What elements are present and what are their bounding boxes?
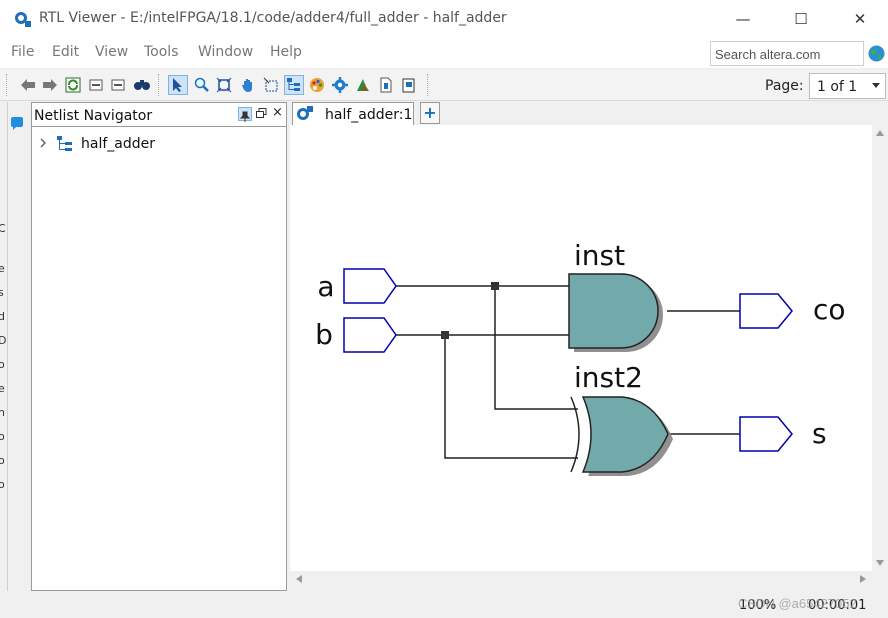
menu-help[interactable]: Help	[270, 44, 302, 60]
input-port-a[interactable]	[343, 268, 397, 304]
toolbar-grip[interactable]	[6, 74, 10, 96]
output-label-s: s	[812, 417, 827, 450]
menu-tools[interactable]: Tools	[144, 44, 179, 60]
maximize-button[interactable]: ☐	[790, 8, 812, 30]
go-down-icon[interactable]	[108, 75, 128, 95]
rtl-viewer-app-icon	[15, 12, 31, 27]
toolbar	[0, 70, 888, 101]
left-dock-strip: C e s d D o e n o o o	[0, 102, 8, 602]
hierarchy-tree-icon	[57, 136, 72, 151]
export-icon[interactable]	[376, 75, 396, 95]
input-label-a: a	[317, 270, 334, 303]
float-window-icon[interactable]	[255, 108, 268, 121]
left-strip-char: o	[0, 430, 5, 443]
page-setup-icon[interactable]	[399, 75, 419, 95]
menu-window[interactable]: Window	[198, 44, 253, 60]
left-strip-char: D	[0, 334, 6, 347]
left-strip-char: s	[0, 286, 4, 299]
chat-bubble-icon[interactable]	[9, 116, 25, 132]
menu-file[interactable]: File	[11, 44, 34, 60]
menu-edit[interactable]: Edit	[52, 44, 79, 60]
wires	[396, 285, 740, 459]
toolbar-grip-3[interactable]	[427, 74, 431, 96]
settings-gear-icon[interactable]	[330, 75, 350, 95]
add-tab-button[interactable]: +	[420, 102, 440, 124]
title-bar: RTL Viewer - E:/intelFPGA/18.1/code/adde…	[0, 0, 888, 38]
selection-box-icon[interactable]	[261, 75, 281, 95]
vertical-scrollbar[interactable]	[872, 125, 888, 571]
netlist-navigator-panel: Netlist Navigator × half_adder	[31, 102, 287, 591]
forward-icon[interactable]	[40, 75, 60, 95]
globe-icon[interactable]	[868, 45, 885, 62]
schematic-diagram: a b inst inst2 co s	[315, 239, 846, 476]
left-strip-char: o	[0, 358, 5, 371]
filter-icon[interactable]	[353, 75, 373, 95]
scroll-left-icon[interactable]	[296, 575, 302, 583]
tree-item-label: half_adder	[81, 136, 155, 152]
hand-pan-icon[interactable]	[238, 75, 258, 95]
horizontal-scrollbar[interactable]	[290, 571, 872, 587]
input-label-b: b	[315, 318, 333, 351]
chevron-down-icon	[872, 83, 880, 88]
left-strip-char: C	[0, 222, 6, 235]
junction-dot-b	[441, 331, 449, 339]
toolbar-grip-2[interactable]	[158, 74, 162, 96]
fit-window-icon[interactable]	[214, 75, 234, 95]
left-strip-char: o	[0, 478, 5, 491]
scroll-up-icon[interactable]	[876, 130, 884, 136]
watermark: CSDN @a65427052	[738, 596, 857, 611]
left-strip-char: e	[0, 382, 5, 395]
tree-item-half-adder[interactable]: half_adder	[38, 135, 278, 155]
menu-view[interactable]: View	[95, 44, 128, 60]
hierarchy-icon[interactable]	[284, 75, 304, 95]
select-pointer-icon[interactable]	[168, 75, 188, 95]
output-port-co[interactable]	[739, 293, 793, 329]
output-label-co: co	[813, 293, 846, 326]
chevron-right-icon[interactable]	[38, 137, 48, 149]
left-strip-char: d	[0, 310, 5, 323]
window-title: RTL Viewer - E:/intelFPGA/18.1/code/adde…	[39, 10, 507, 26]
left-strip-char: e	[0, 262, 5, 275]
junction-dot-a	[491, 282, 499, 290]
page-select-value: 1 of 1	[817, 79, 858, 95]
page-select[interactable]: 1 of 1	[809, 73, 886, 99]
page-label: Page:	[765, 78, 804, 94]
refresh-icon[interactable]	[63, 75, 83, 95]
output-port-s[interactable]	[739, 416, 793, 452]
scroll-down-icon[interactable]	[876, 560, 884, 566]
status-bar: 100% 00:00:01 CSDN @a65427052	[0, 591, 888, 618]
go-up-icon[interactable]	[86, 75, 106, 95]
wire-a-to-xor	[494, 286, 578, 410]
tab-label: half_adder:1	[325, 107, 413, 123]
pin-icon[interactable]	[238, 107, 252, 122]
tab-half-adder[interactable]: half_adder:1	[292, 102, 414, 126]
left-strip-char: n	[0, 406, 5, 419]
netlist-navigator-title: Netlist Navigator	[34, 108, 153, 124]
and-gate[interactable]	[568, 273, 659, 349]
scroll-right-icon[interactable]	[860, 575, 866, 583]
minimize-button[interactable]: —	[732, 8, 754, 30]
wire-b-to-xor	[444, 335, 578, 459]
instance-label-inst: inst	[574, 239, 625, 272]
schematic-canvas[interactable]: a b inst inst2 co s	[290, 125, 872, 571]
zoom-icon[interactable]	[192, 75, 212, 95]
rtl-viewer-tab-icon	[297, 106, 313, 120]
back-icon[interactable]	[18, 75, 38, 95]
input-port-b[interactable]	[343, 317, 397, 353]
color-palette-icon[interactable]	[307, 75, 327, 95]
close-panel-icon[interactable]: ×	[271, 106, 284, 120]
search-input[interactable]: Search altera.com	[710, 41, 864, 66]
left-strip-char: o	[0, 454, 5, 467]
netlist-navigator-header: Netlist Navigator ×	[32, 103, 286, 127]
find-icon[interactable]	[132, 75, 152, 95]
close-window-button[interactable]: ✕	[849, 8, 871, 30]
instance-label-inst2: inst2	[574, 361, 643, 394]
